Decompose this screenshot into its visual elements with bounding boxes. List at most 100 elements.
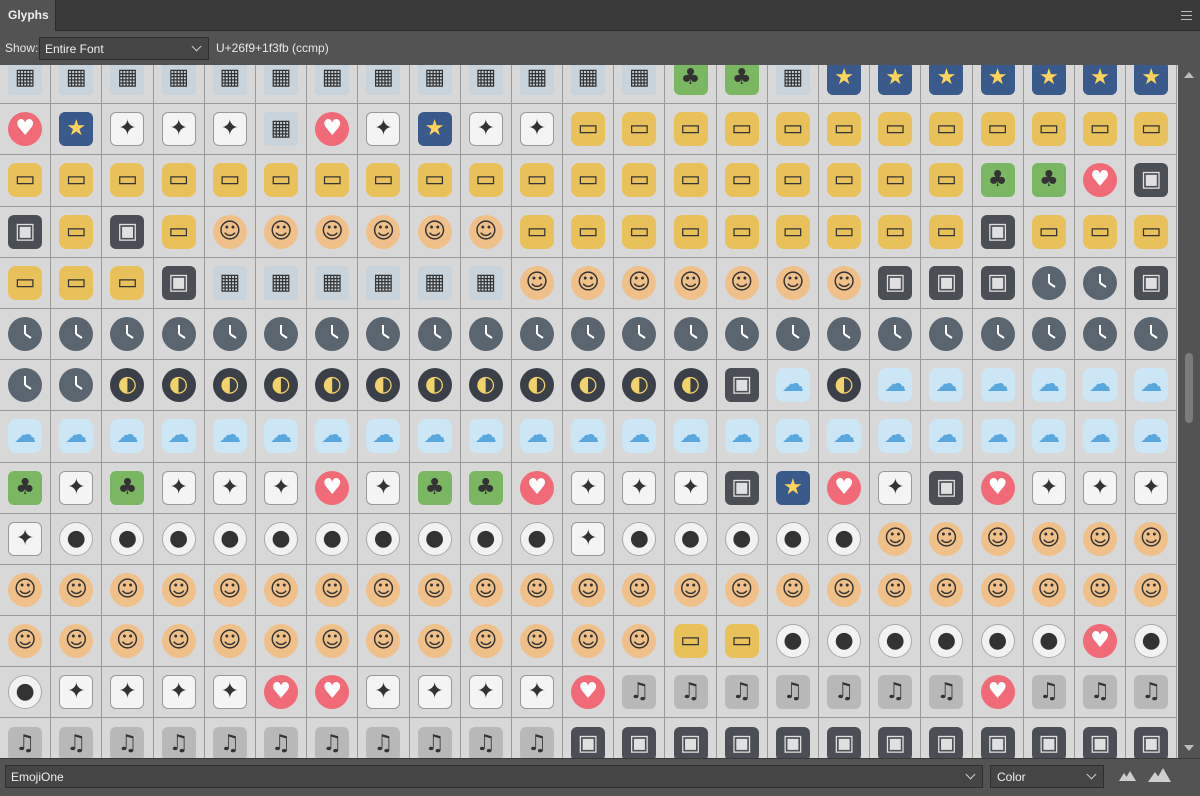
glyph-cell[interactable]: ☺ [460,616,512,668]
glyph-cell[interactable] [1023,257,1075,309]
glyph-cell[interactable]: ☁ [665,411,717,463]
glyph-cell[interactable]: ☺ [563,616,615,668]
glyph-cell[interactable]: ▭ [0,257,52,309]
glyph-cell[interactable]: ☺ [511,257,564,309]
glyph-cell[interactable]: ● [153,513,205,565]
glyph-cell[interactable]: ☺ [255,206,308,258]
glyph-cell[interactable] [1023,308,1075,361]
glyph-cell[interactable]: ☺ [972,513,1024,565]
glyph-cell[interactable]: ☺ [255,564,308,617]
glyph-cell[interactable]: ▣ [921,718,973,758]
glyph-cell[interactable]: ☺ [409,206,461,258]
glyph-cell[interactable] [665,308,717,361]
glyph-cell[interactable]: ▭ [767,104,819,156]
glyph-cell[interactable]: ☺ [921,513,973,565]
glyph-cell[interactable] [819,308,871,361]
glyph-cell[interactable]: ◐ [819,360,871,412]
glyph-cell[interactable]: ▭ [1023,104,1075,156]
glyph-cell[interactable]: ▭ [563,155,615,207]
glyph-cell[interactable]: ◐ [409,360,461,412]
glyph-cell[interactable]: ◐ [358,360,410,412]
glyph-cell[interactable]: ☺ [1126,513,1178,565]
glyph-cell[interactable]: ✦ [1126,462,1178,514]
glyph-cell[interactable]: ♫ [870,667,922,719]
glyph-cell[interactable]: ☺ [358,616,410,668]
glyph-cell[interactable]: ♣ [460,462,512,514]
glyph-cell[interactable]: ● [665,513,717,565]
glyph-cell[interactable]: ☺ [204,616,256,668]
glyph-cell[interactable]: ♣ [716,65,768,105]
glyph-cell[interactable]: ♣ [409,462,461,514]
glyph-cell[interactable]: ✦ [255,462,308,514]
glyph-cell[interactable]: ✦ [153,462,205,514]
glyph-cell[interactable]: ▦ [409,65,461,105]
glyph-cell[interactable]: ◐ [460,360,512,412]
glyph-cell[interactable]: ▦ [255,257,308,309]
glyph-cell[interactable]: ♫ [255,718,308,758]
glyph-cell[interactable]: ☁ [153,411,205,463]
glyph-cell[interactable]: ☁ [1023,411,1075,463]
glyph-cell[interactable]: ☁ [972,411,1024,463]
glyph-cell[interactable]: ▣ [1023,718,1075,758]
glyph-cell[interactable]: ✦ [563,513,615,565]
glyph-cell[interactable] [0,308,52,361]
glyph-cell[interactable]: ☁ [1126,411,1178,463]
glyph-cell[interactable]: ● [767,513,819,565]
glyph-cell[interactable]: ✦ [0,513,52,565]
glyph-cell[interactable]: ✦ [204,462,256,514]
glyph-cell[interactable]: ✦ [102,667,154,719]
glyph-cell[interactable]: ☁ [1023,360,1075,412]
glyph-cell[interactable]: ☺ [870,564,922,617]
glyph-cell[interactable]: ▣ [1126,718,1178,758]
glyph-cell[interactable]: ▭ [1023,206,1075,258]
glyph-cell[interactable] [204,308,256,361]
glyph-cell[interactable]: ▭ [1074,206,1127,258]
glyph-cell[interactable]: ☁ [614,411,666,463]
tab-glyphs[interactable]: Glyphs [0,0,56,31]
glyph-cell[interactable]: ♥ [307,462,359,514]
glyph-cell[interactable]: ▭ [511,155,564,207]
glyph-cell[interactable]: ☺ [614,257,666,309]
glyph-cell[interactable]: ☺ [1074,513,1127,565]
glyph-cell[interactable]: ▭ [563,104,615,156]
glyph-cell[interactable]: ☺ [819,257,871,309]
glyph-cell[interactable]: ☺ [153,616,205,668]
glyph-cell[interactable]: ✦ [665,462,717,514]
glyph-cell[interactable]: ▦ [102,65,154,105]
glyph-cell[interactable]: ▭ [819,104,871,156]
glyph-cell[interactable]: ☺ [204,206,256,258]
glyph-cell[interactable]: ☺ [716,564,768,617]
glyph-cell[interactable] [51,308,103,361]
glyph-cell[interactable]: ▣ [1126,155,1178,207]
glyph-cell[interactable]: ☁ [409,411,461,463]
glyph-cell[interactable] [1126,308,1178,361]
glyph-cell[interactable]: ◐ [204,360,256,412]
glyph-cell[interactable]: ✦ [358,667,410,719]
glyph-cell[interactable]: ◐ [307,360,359,412]
glyph-cell[interactable]: ▭ [870,155,922,207]
glyph-cell[interactable]: ▦ [51,65,103,105]
glyph-cell[interactable]: ▦ [307,257,359,309]
glyph-cell[interactable]: ▭ [716,206,768,258]
glyph-cell[interactable]: ☁ [102,411,154,463]
glyph-cell[interactable] [0,360,52,412]
glyph-cell[interactable]: ♫ [767,667,819,719]
glyph-cell[interactable]: ▦ [307,65,359,105]
glyph-cell[interactable]: ✦ [614,462,666,514]
glyph-cell[interactable]: ● [1023,616,1075,668]
glyph-cell[interactable]: ♣ [1023,155,1075,207]
glyph-cell[interactable]: ▭ [665,104,717,156]
glyph-cell[interactable]: ☁ [1074,360,1127,412]
glyph-cell[interactable]: ♫ [102,718,154,758]
glyph-cell[interactable]: ▭ [307,155,359,207]
panel-menu-icon[interactable] [1181,11,1192,20]
glyph-cell[interactable]: ☺ [307,206,359,258]
glyph-cell[interactable]: ♫ [1126,667,1178,719]
glyph-cell[interactable]: ▣ [0,206,52,258]
glyph-cell[interactable]: ● [0,667,52,719]
glyph-cell[interactable]: ☺ [665,257,717,309]
glyph-cell[interactable]: ☁ [511,411,564,463]
glyph-cell[interactable]: ★ [409,104,461,156]
glyph-cell[interactable]: ☁ [563,411,615,463]
glyph-cell[interactable]: ♫ [819,667,871,719]
